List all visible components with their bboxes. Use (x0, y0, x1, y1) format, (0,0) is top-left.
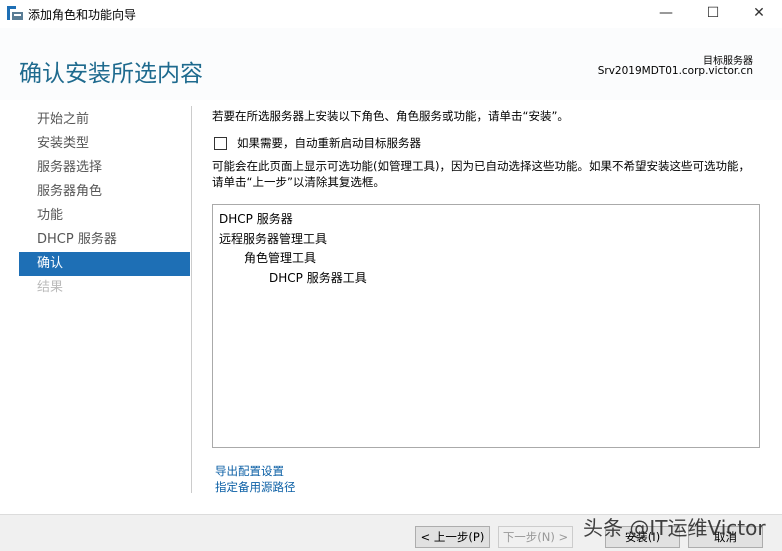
optional-features-note: 可能会在此页面上显示可选功能(如管理工具)，因为已自动选择这些功能。如果不希望安… (212, 159, 750, 189)
target-server-name: Srv2019MDT01.corp.victor.cn (597, 65, 753, 77)
list-item: DHCP 服务器工具 (269, 270, 367, 285)
title-bar: 添加角色和功能向导 — ☐ ✕ (0, 0, 782, 28)
step-before-you-begin[interactable]: 开始之前 (19, 108, 190, 132)
step-server-selection[interactable]: 服务器选择 (19, 156, 190, 180)
maximize-button[interactable]: ☐ (690, 0, 736, 28)
page-title: 确认安装所选内容 (19, 61, 203, 87)
window-title: 添加角色和功能向导 (28, 8, 137, 22)
next-button[interactable]: 下一步(N) > (498, 526, 573, 548)
restart-checkbox[interactable] (214, 137, 227, 150)
step-features[interactable]: 功能 (19, 204, 190, 228)
previous-button[interactable]: < 上一步(P) (415, 526, 490, 548)
watermark: 头条 @IT运维Victor (583, 516, 766, 540)
alternate-source-link[interactable]: 指定备用源路径 (215, 479, 296, 495)
restart-checkbox-label[interactable]: 如果需要，自动重新启动目标服务器 (237, 135, 421, 151)
minimize-button[interactable]: — (643, 0, 689, 28)
server-manager-icon (7, 6, 23, 20)
list-item: DHCP 服务器 (219, 212, 293, 226)
intro-text: 若要在所选服务器上安装以下角色、角色服务或功能，请单击“安装”。 (212, 109, 569, 123)
list-item: 角色管理工具 (244, 251, 317, 265)
wizard-header: 确认安装所选内容 目标服务器 Srv2019MDT01.corp.victor.… (0, 28, 782, 100)
step-confirmation[interactable]: 确认 (19, 252, 190, 276)
step-server-roles[interactable]: 服务器角色 (19, 180, 190, 204)
export-config-link[interactable]: 导出配置设置 (215, 463, 284, 479)
close-button[interactable]: ✕ (736, 0, 782, 28)
divider (191, 106, 192, 493)
step-installation-type[interactable]: 安装类型 (19, 132, 190, 156)
list-item: 远程服务器管理工具 (219, 231, 328, 246)
step-dhcp-server[interactable]: DHCP 服务器 (19, 228, 190, 252)
wizard-steps: 开始之前 安装类型 服务器选择 服务器角色 功能 DHCP 服务器 确认 结果 (19, 108, 190, 300)
step-results: 结果 (37, 280, 64, 295)
selection-list[interactable]: DHCP 服务器 远程服务器管理工具 角色管理工具 DHCP 服务器工具 (212, 204, 760, 448)
